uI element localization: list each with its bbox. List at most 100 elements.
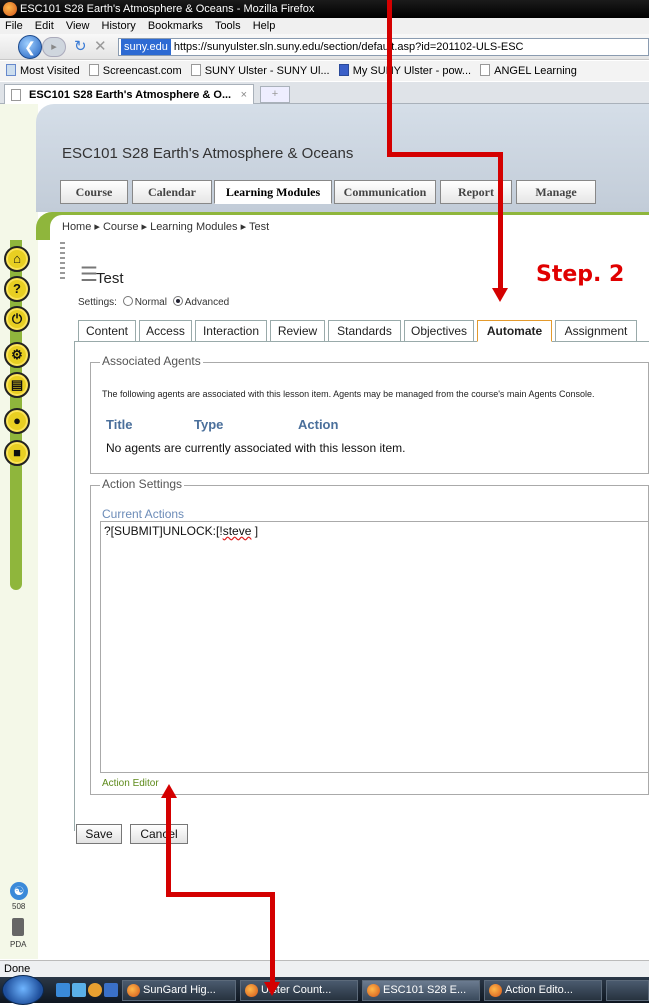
column-type: Type [194,417,224,432]
home-icon[interactable]: ⌂ [4,246,30,272]
tab-standards[interactable]: Standards [328,320,401,342]
tab-interaction[interactable]: Interaction [195,320,267,342]
annotation-line [166,892,275,897]
firefox-icon [245,984,258,997]
taskbar-ulster[interactable]: Ulster Count... [240,980,358,1001]
page-icon [190,64,201,76]
tab-access[interactable]: Access [139,320,192,342]
user-icon[interactable]: ● [4,408,30,434]
menu-edit[interactable]: Edit [35,20,54,32]
annotation-line [387,0,392,156]
taskbar-overflow[interactable] [606,980,649,1001]
status-bar: Done [0,960,649,977]
course-tab-calendar[interactable]: Calendar [132,180,212,204]
annotation-line [270,892,275,984]
reload-icon[interactable]: ↻ [74,39,87,55]
bookmark-icon [6,64,16,76]
menu-history[interactable]: History [102,20,136,32]
advanced-label: Advanced [184,297,230,308]
associated-agents-legend: Associated Agents [100,354,203,368]
menu-tools[interactable]: Tools [215,20,241,32]
actions-agent-name: steve [222,524,252,538]
tab-automate[interactable]: Automate [477,320,552,342]
accessibility-label: 508 [12,902,26,911]
firefox-icon [489,984,502,997]
associated-agents-group [90,362,649,474]
step-label: Step. 2 [536,262,625,287]
panel-grip-handle[interactable] [60,242,65,282]
media-player-icon[interactable] [104,983,118,997]
menu-file[interactable]: File [5,20,23,32]
show-desktop-icon[interactable] [72,983,86,997]
accessibility-icon[interactable]: ☯ [10,882,28,900]
menu-view[interactable]: View [66,20,90,32]
normal-radio[interactable] [122,296,133,306]
forward-button[interactable]: ▸ [42,37,66,57]
close-tab-icon[interactable]: × [241,85,247,105]
gear-icon[interactable]: ⚙ [4,342,30,368]
taskbar-action-editor[interactable]: Action Edito... [484,980,602,1001]
url-text: https://sunyulster.sln.suny.edu/section/… [173,41,524,53]
menu-bar: File Edit View History Bookmarks Tools H… [0,18,649,34]
annotation-arrowhead [264,982,280,996]
advanced-radio[interactable] [172,296,183,306]
bookmark-screencast[interactable]: Screencast.com [88,61,182,81]
tab-assignment[interactable]: Assignment [555,320,637,342]
firefox-icon [367,984,380,997]
agents-description: The following agents are associated with… [102,389,595,399]
firefox-icon [3,2,17,16]
ie-icon[interactable] [56,983,70,997]
page-icon [11,89,21,101]
new-tab-button[interactable]: + [260,86,290,103]
bookmark-suny-ulster[interactable]: SUNY Ulster - SUNY Ul... [190,61,330,81]
site-identity-badge[interactable]: suny.edu [121,39,171,55]
course-tab-communication[interactable]: Communication [334,180,436,204]
help-icon[interactable]: ? [4,276,30,302]
url-bar[interactable]: suny.edu https://sunyulster.sln.suny.edu/… [118,38,649,56]
chat-icon[interactable]: ■ [4,440,30,466]
course-tab-learning-modules[interactable]: Learning Modules [214,180,332,204]
tab-content[interactable]: Content [78,320,136,342]
taskbar-esc101[interactable]: ESC101 S28 E... [362,980,480,1001]
course-title: ESC101 S28 Earth's Atmosphere & Oceans [62,145,354,162]
taskbar-sungard[interactable]: SunGard Hig... [122,980,236,1001]
lesson-title: Test [96,270,124,287]
navigation-toolbar: ▸ ❮ ↻ ✕ ⌂ suny.eduhttps://sunyulster.sln… [0,34,649,60]
course-tab-manage[interactable]: Manage [516,180,596,204]
tab-objectives[interactable]: Objectives [404,320,474,342]
browser-tab-label: ESC101 S28 Earth's Atmosphere & O... [29,89,232,101]
back-button[interactable]: ❮ [18,35,42,59]
menu-help[interactable]: Help [253,20,276,32]
status-text: Done [4,963,31,975]
browser-tab[interactable]: ESC101 S28 Earth's Atmosphere & O... × [4,84,254,105]
window-title-bar: ESC101 S28 Earth's Atmosphere & Oceans -… [0,0,649,18]
current-actions-textarea[interactable]: ?[SUBMIT]UNLOCK:[!steve ] [100,521,649,773]
empty-agents-message: No agents are currently associated with … [106,441,406,455]
start-button[interactable] [2,975,44,1005]
bookmark-most-visited[interactable]: Most Visited [6,61,80,81]
action-editor-link[interactable]: Action Editor [102,778,159,789]
annotation-line [387,152,503,157]
actions-suffix: ] [251,524,259,538]
page-icon [480,64,491,76]
windows-taskbar: SunGard Hig... Ulster Count... ESC101 S2… [0,975,649,1005]
stop-icon[interactable]: ✕ [94,39,107,55]
tab-review[interactable]: Review [270,320,325,342]
cancel-button[interactable]: Cancel [130,824,188,844]
window-title: ESC101 S28 Earth's Atmosphere & Oceans -… [20,3,315,15]
pda-icon[interactable] [12,918,24,936]
course-tab-course[interactable]: Course [60,180,128,204]
bookmark-my-suny-ulster[interactable]: My SUNY Ulster - pow... [338,61,471,81]
folder-icon[interactable]: ▤ [4,372,30,398]
menu-bookmarks[interactable]: Bookmarks [148,20,203,32]
firefox-quicklaunch-icon[interactable] [88,983,102,997]
column-title: Title [106,417,133,432]
breadcrumb[interactable]: Home ▸ Course ▸ Learning Modules ▸ Test [62,220,269,233]
save-button[interactable]: Save [76,824,122,844]
settings-label: Settings: [78,297,117,308]
bookmark-angel-learning[interactable]: ANGEL Learning [480,61,577,81]
column-action: Action [298,417,339,432]
normal-label: Normal [134,297,167,308]
annotation-line [498,152,503,290]
power-icon[interactable]: ⏻ [4,306,30,332]
